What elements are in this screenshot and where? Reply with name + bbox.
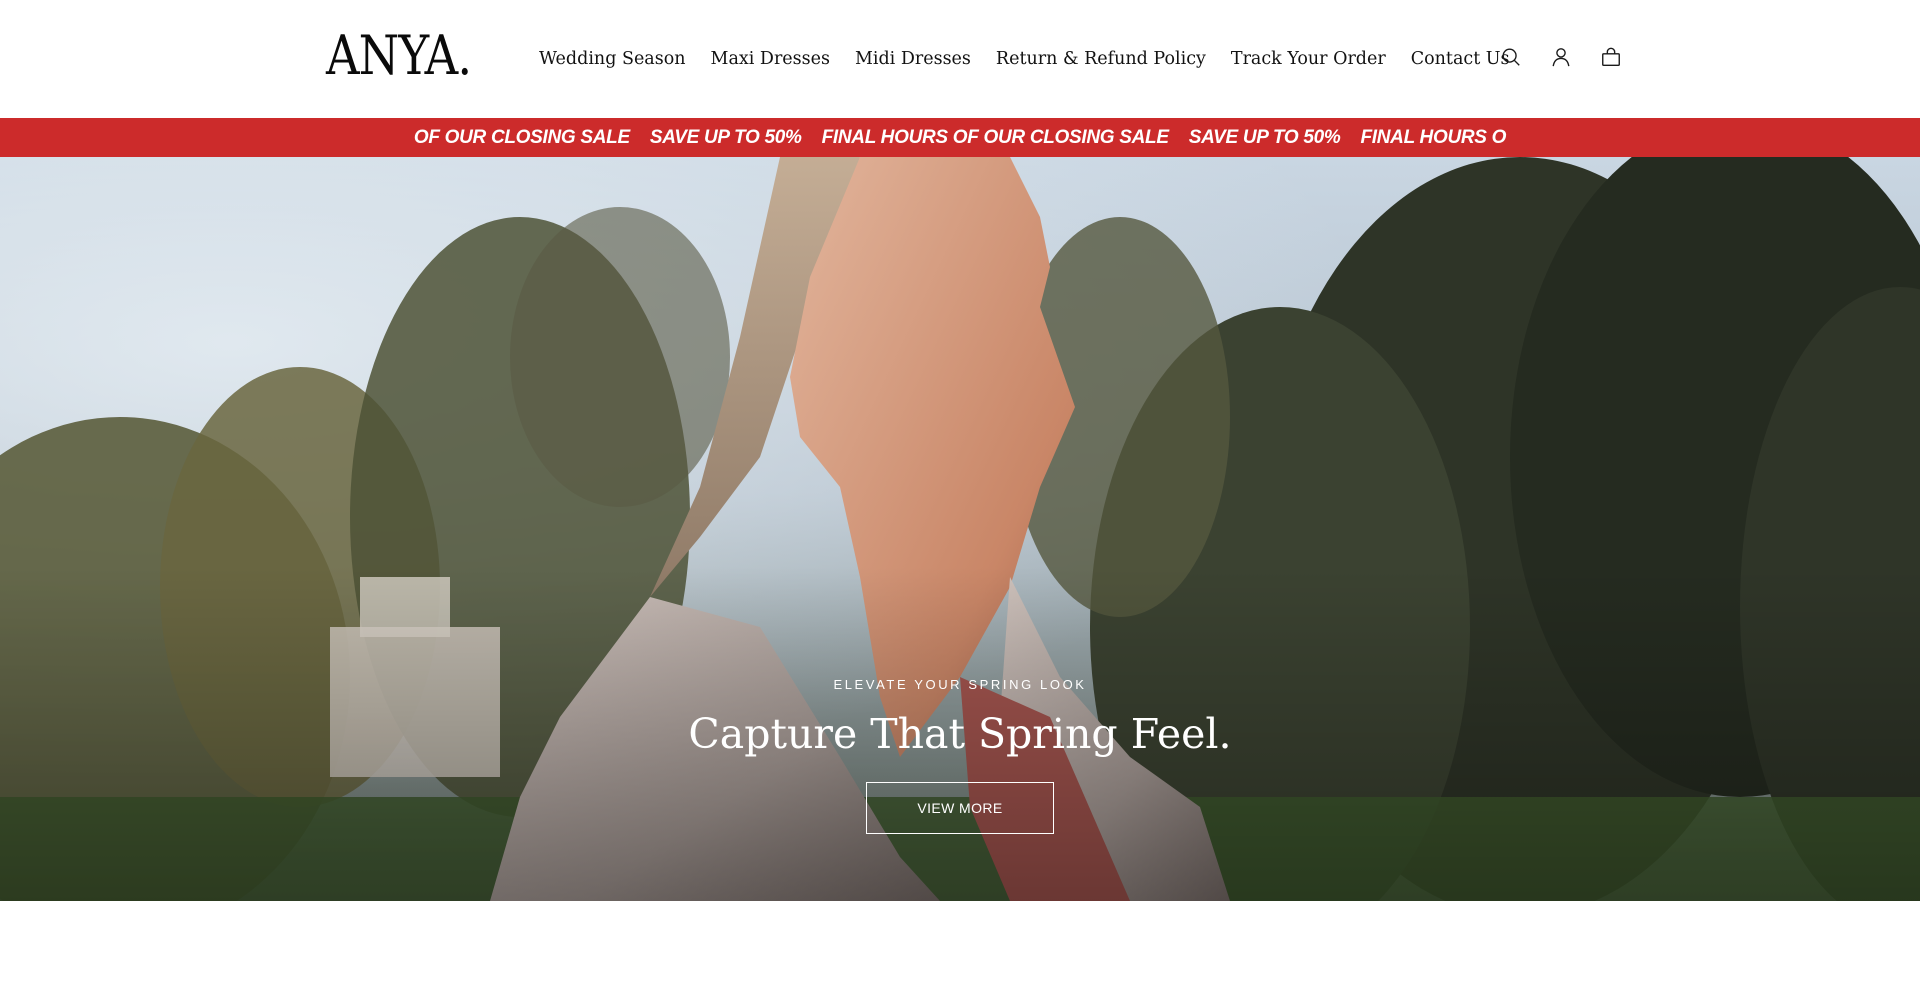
view-more-button[interactable]: VIEW MORE [866,782,1054,834]
cart-icon[interactable] [1599,45,1623,69]
hero-heading: Capture That Spring Feel. [688,710,1232,758]
brand-logo[interactable]: ANYA. [326,26,472,86]
main-navigation: Wedding Season Maxi Dresses Midi Dresses… [539,46,1510,72]
nav-link-contact-us[interactable]: Contact Us [1411,49,1510,69]
announcement-item: SAVE UP TO 50% [1188,126,1341,148]
nav-link-track-your-order[interactable]: Track Your Order [1231,49,1386,69]
announcement-track: OF OUR CLOSING SALE SAVE UP TO 50% FINAL… [413,126,1507,149]
nav-link-wedding-season[interactable]: Wedding Season [539,49,686,69]
nav-link-midi-dresses[interactable]: Midi Dresses [855,49,971,69]
announcement-item: FINAL HOURS O [1360,126,1507,148]
page-content-area [0,901,1920,993]
nav-link-return-refund-policy[interactable]: Return & Refund Policy [996,49,1206,69]
announcement-bar: OF OUR CLOSING SALE SAVE UP TO 50% FINAL… [0,118,1920,157]
hero-subheading: ELEVATE YOUR SPRING LOOK [833,677,1087,692]
header-actions [1499,45,1623,69]
search-icon[interactable] [1499,45,1523,69]
announcement-item: FINAL HOURS OF OUR CLOSING SALE [821,126,1169,148]
account-icon[interactable] [1549,45,1573,69]
hero-content: ELEVATE YOUR SPRING LOOK Capture That Sp… [0,676,1920,834]
site-header: ANYA. Wedding Season Maxi Dresses Midi D… [0,0,1920,118]
announcement-item: SAVE UP TO 50% [649,126,802,148]
announcement-item: OF OUR CLOSING SALE [413,126,630,148]
nav-link-maxi-dresses[interactable]: Maxi Dresses [711,49,830,69]
hero-banner: ELEVATE YOUR SPRING LOOK Capture That Sp… [0,157,1920,901]
